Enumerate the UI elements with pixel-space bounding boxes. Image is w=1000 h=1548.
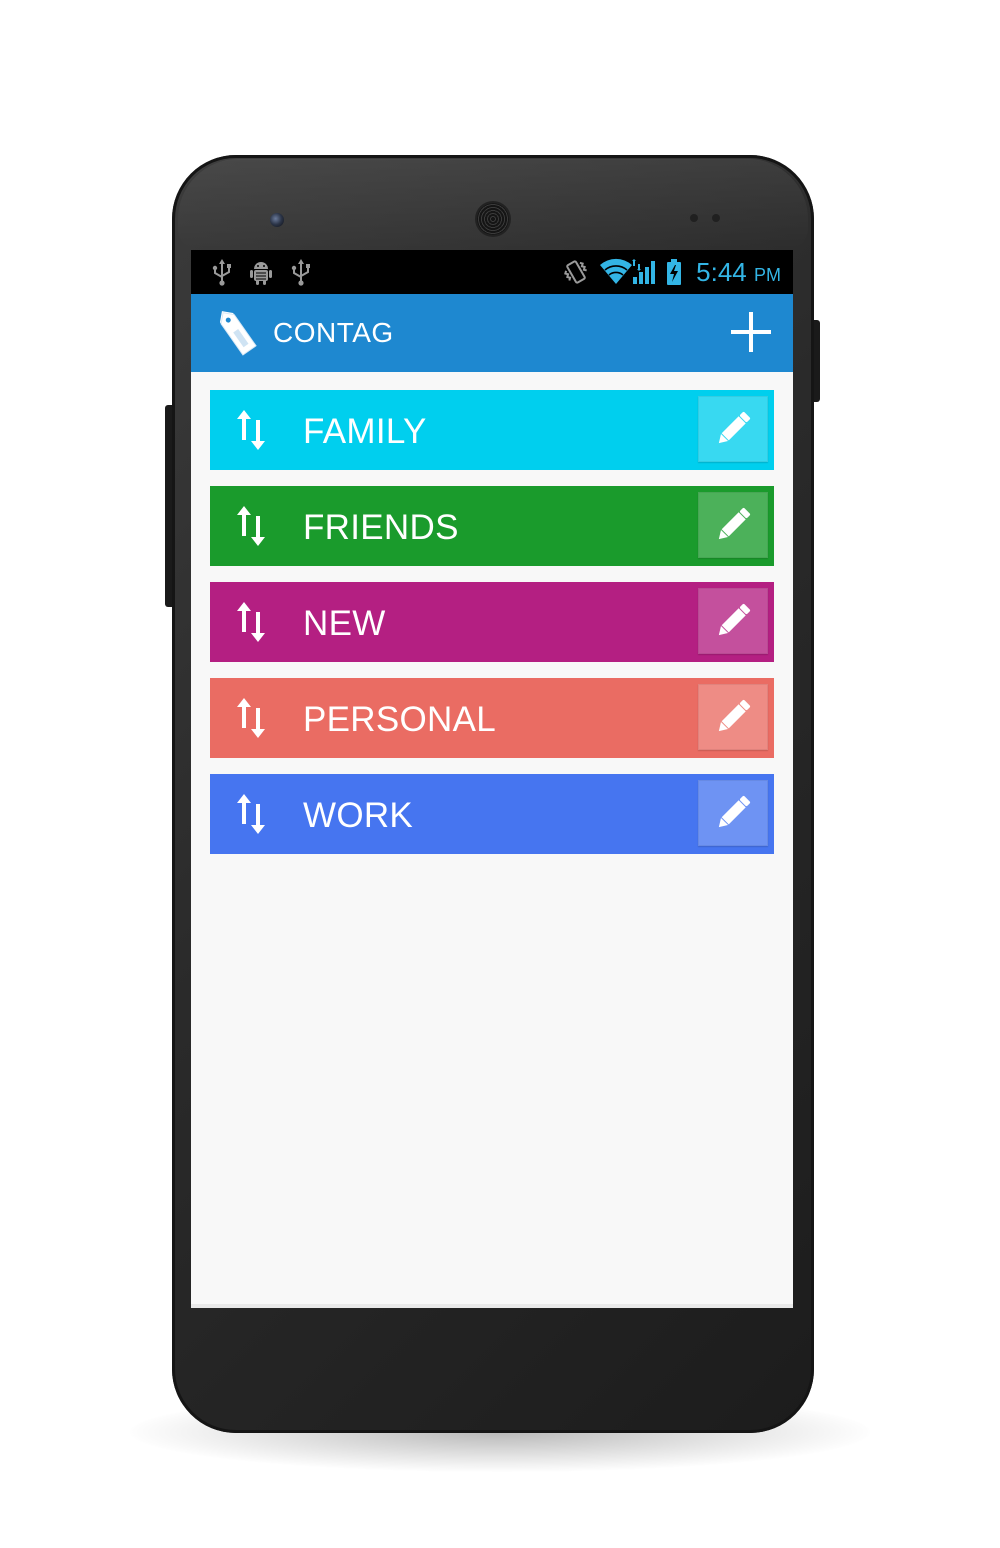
proximity-sensor [690, 214, 698, 222]
signal-icon [632, 259, 655, 284]
vibrate-icon [564, 260, 587, 284]
tag-icon[interactable] [213, 308, 263, 360]
phone-screen: 5:44 PM CONTAG FAMILY FRIENDS NEW PERSON… [191, 250, 793, 1308]
wifi-icon [600, 258, 632, 284]
edit-tag-button[interactable] [698, 396, 768, 462]
action-bar: CONTAG [191, 294, 793, 372]
tag-list-area: FAMILY FRIENDS NEW PERSONAL WORK [191, 372, 793, 1308]
tag-label: PERSONAL [303, 700, 497, 739]
status-time: 5:44 [696, 257, 747, 287]
light-sensor [712, 214, 720, 222]
reorder-arrows-icon[interactable] [234, 696, 270, 740]
usb-icon [291, 259, 310, 286]
pencil-icon [718, 603, 751, 636]
status-bar: 5:44 PM [191, 250, 793, 294]
plus-icon[interactable] [727, 308, 775, 356]
list-bottom-edge [191, 1304, 793, 1308]
reorder-arrows-icon[interactable] [234, 600, 270, 644]
android-debug-icon [250, 262, 272, 285]
reorder-arrows-icon[interactable] [234, 792, 270, 836]
edit-tag-button[interactable] [698, 780, 768, 846]
battery-charging-icon [667, 259, 681, 285]
status-clock: 5:44 PM [696, 257, 781, 290]
app-title: CONTAG [273, 317, 394, 348]
usb-icon [212, 259, 231, 286]
tag-row-personal[interactable]: PERSONAL [210, 678, 774, 758]
status-ampm: PM [754, 265, 781, 285]
device-stage: 5:44 PM CONTAG FAMILY FRIENDS NEW PERSON… [0, 0, 1000, 1548]
tag-label: NEW [303, 604, 386, 643]
earpiece-speaker [477, 203, 509, 235]
pencil-icon [718, 507, 751, 540]
edit-tag-button[interactable] [698, 588, 768, 654]
pencil-icon [718, 699, 751, 732]
tag-label: FAMILY [303, 412, 427, 451]
reorder-arrows-icon[interactable] [234, 504, 270, 548]
tag-row-friends[interactable]: FRIENDS [210, 486, 774, 566]
tag-label: WORK [303, 796, 414, 835]
reorder-arrows-icon[interactable] [234, 408, 270, 452]
tag-list: FAMILY FRIENDS NEW PERSONAL WORK [210, 390, 774, 870]
pencil-icon [718, 411, 751, 444]
tag-row-family[interactable]: FAMILY [210, 390, 774, 470]
tag-row-work[interactable]: WORK [210, 774, 774, 854]
tag-label: FRIENDS [303, 508, 459, 547]
edit-tag-button[interactable] [698, 684, 768, 750]
pencil-icon [718, 795, 751, 828]
front-camera [270, 213, 284, 227]
tag-row-new[interactable]: NEW [210, 582, 774, 662]
edit-tag-button[interactable] [698, 492, 768, 558]
